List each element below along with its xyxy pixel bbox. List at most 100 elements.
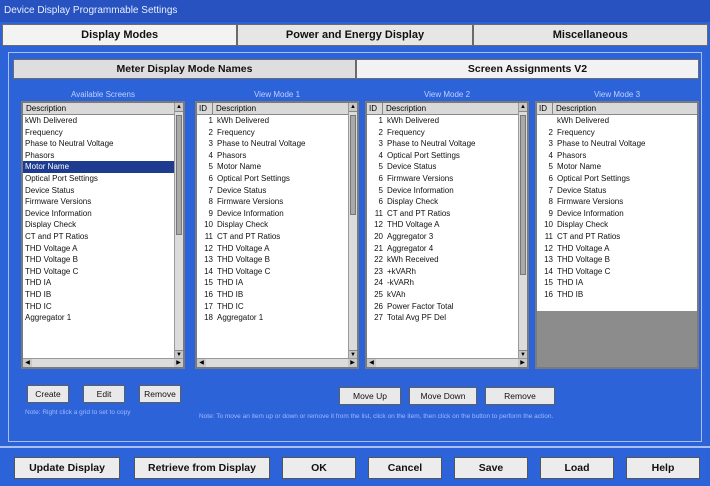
tab-power-energy-display[interactable]: Power and Energy Display bbox=[237, 24, 473, 46]
view-mode-3-list[interactable]: ID Description kWh Delivered 2 Frequency 3 Ph… bbox=[535, 101, 699, 369]
list-item[interactable]: 10 Display Check bbox=[537, 219, 697, 231]
list-item[interactable]: THD Voltage B bbox=[23, 254, 174, 266]
list-item[interactable]: THD IC bbox=[23, 301, 174, 313]
horizontal-scrollbar[interactable]: ◀ ▶ bbox=[23, 358, 183, 367]
list-item[interactable]: 6 Optical Port Settings bbox=[197, 173, 348, 185]
list-item[interactable]: 5 Motor Name bbox=[197, 161, 348, 173]
scroll-up-icon[interactable]: ▲ bbox=[349, 103, 357, 112]
list-item[interactable]: 4 Phasors bbox=[537, 150, 697, 162]
scroll-left-icon[interactable]: ◀ bbox=[367, 359, 376, 367]
list-item[interactable]: Firmware Versions bbox=[23, 196, 174, 208]
scroll-thumb[interactable] bbox=[176, 115, 182, 235]
horizontal-scrollbar[interactable]: ◀ ▶ bbox=[367, 358, 527, 367]
list-item[interactable]: 8 Firmware Versions bbox=[197, 196, 348, 208]
tab-display-modes[interactable]: Display Modes bbox=[2, 24, 238, 46]
list-item[interactable]: THD IB bbox=[23, 289, 174, 301]
list-item[interactable]: 11 CT and PT Ratios bbox=[537, 231, 697, 243]
list-item[interactable]: 3 Phase to Neutral Voltage bbox=[537, 138, 697, 150]
list-item[interactable]: 16 THD IB bbox=[537, 289, 697, 301]
list-item[interactable]: 12 THD Voltage A bbox=[367, 219, 518, 231]
list-item[interactable]: 23 +kVARh bbox=[367, 266, 518, 278]
ok-button[interactable]: OK bbox=[282, 457, 356, 479]
list-item[interactable]: 6 Firmware Versions bbox=[367, 173, 518, 185]
list-item[interactable]: Display Check bbox=[23, 219, 174, 231]
view-mode-2-list[interactable]: ID Description 1 kWh Delivered 2 Frequency 3 P… bbox=[365, 101, 529, 369]
list-item[interactable]: 25 kVAh bbox=[367, 289, 518, 301]
vertical-scrollbar[interactable]: ▲ ▼ bbox=[174, 103, 183, 359]
list-item[interactable]: kWh Delivered bbox=[537, 115, 697, 127]
scroll-left-icon[interactable]: ◀ bbox=[23, 359, 32, 367]
list-item[interactable]: 14 THD Voltage C bbox=[537, 266, 697, 278]
view-mode-1-list[interactable]: ID Description 1 kWh Delivered 2 Frequency 3 P… bbox=[195, 101, 359, 369]
list-item[interactable]: kWh Delivered bbox=[23, 115, 174, 127]
list-item[interactable]: 2 Frequency bbox=[197, 127, 348, 139]
vertical-scrollbar[interactable]: ▲ ▼ bbox=[348, 103, 357, 359]
list-item[interactable]: Optical Port Settings bbox=[23, 173, 174, 185]
list-item[interactable]: 22 kWh Received bbox=[367, 254, 518, 266]
list-item[interactable]: 12 THD Voltage A bbox=[537, 243, 697, 255]
remove-screen-button[interactable]: Remove bbox=[139, 385, 181, 403]
list-item[interactable]: 2 Frequency bbox=[367, 127, 518, 139]
list-item[interactable]: 4 Optical Port Settings bbox=[367, 150, 518, 162]
list-item[interactable]: 6 Display Check bbox=[367, 196, 518, 208]
list-item[interactable]: 27 Total Avg PF Del bbox=[367, 312, 518, 324]
list-item[interactable]: THD Voltage A bbox=[23, 243, 174, 255]
list-item[interactable]: Aggregator 1 bbox=[23, 312, 174, 324]
list-item[interactable]: CT and PT Ratios bbox=[23, 231, 174, 243]
scroll-right-icon[interactable]: ▶ bbox=[518, 359, 527, 367]
list-item[interactable]: 4 Phasors bbox=[197, 150, 348, 162]
list-item[interactable]: 16 THD IB bbox=[197, 289, 348, 301]
create-button[interactable]: Create bbox=[27, 385, 69, 403]
available-screens-list[interactable]: Description kWh Delivered Frequency Phase … bbox=[21, 101, 185, 369]
list-item[interactable]: 18 Aggregator 1 bbox=[197, 312, 348, 324]
list-item[interactable]: Frequency bbox=[23, 127, 174, 139]
list-item[interactable]: 8 Firmware Versions bbox=[537, 196, 697, 208]
list-item[interactable]: 5 Device Status bbox=[367, 161, 518, 173]
list-item[interactable]: 3 Phase to Neutral Voltage bbox=[197, 138, 348, 150]
list-item[interactable]: THD IA bbox=[23, 277, 174, 289]
list-item[interactable]: 7 Device Status bbox=[537, 185, 697, 197]
list-item[interactable]: 3 Phase to Neutral Voltage bbox=[367, 138, 518, 150]
list-item[interactable]: 20 Aggregator 3 bbox=[367, 231, 518, 243]
list-item[interactable]: 13 THD Voltage B bbox=[197, 254, 348, 266]
tab-screen-assignments[interactable]: Screen Assignments V2 bbox=[356, 59, 699, 79]
move-up-button[interactable]: Move Up bbox=[339, 387, 401, 405]
list-item[interactable]: 11 CT and PT Ratios bbox=[197, 231, 348, 243]
list-item[interactable]: 2 Frequency bbox=[537, 127, 697, 139]
list-item[interactable]: Motor Name bbox=[23, 161, 174, 173]
scroll-left-icon[interactable]: ◀ bbox=[197, 359, 206, 367]
list-item[interactable]: 7 Device Status bbox=[197, 185, 348, 197]
list-item[interactable]: 15 THD IA bbox=[197, 277, 348, 289]
tab-miscellaneous[interactable]: Miscellaneous bbox=[472, 24, 708, 46]
list-item[interactable]: 10 Display Check bbox=[197, 219, 348, 231]
list-item[interactable]: THD Voltage C bbox=[23, 266, 174, 278]
vertical-scrollbar[interactable]: ▲ ▼ bbox=[518, 103, 527, 359]
list-item[interactable]: 17 THD IC bbox=[197, 301, 348, 313]
list-item[interactable]: 5 Device Information bbox=[367, 185, 518, 197]
list-item[interactable]: Device Information bbox=[23, 208, 174, 220]
scroll-thumb[interactable] bbox=[520, 115, 526, 275]
cancel-button[interactable]: Cancel bbox=[368, 457, 442, 479]
scroll-up-icon[interactable]: ▲ bbox=[519, 103, 527, 112]
edit-button[interactable]: Edit bbox=[83, 385, 125, 403]
list-item[interactable]: 11 CT and PT Ratios bbox=[367, 208, 518, 220]
list-item[interactable]: 14 THD Voltage C bbox=[197, 266, 348, 278]
horizontal-scrollbar[interactable]: ◀ ▶ bbox=[197, 358, 357, 367]
list-item[interactable]: 13 THD Voltage B bbox=[537, 254, 697, 266]
list-item[interactable]: 9 Device Information bbox=[197, 208, 348, 220]
list-item[interactable]: 9 Device Information bbox=[537, 208, 697, 220]
scroll-right-icon[interactable]: ▶ bbox=[174, 359, 183, 367]
tab-meter-display-mode-names[interactable]: Meter Display Mode Names bbox=[13, 59, 356, 79]
list-item[interactable]: 5 Motor Name bbox=[537, 161, 697, 173]
scroll-right-icon[interactable]: ▶ bbox=[348, 359, 357, 367]
help-button[interactable]: Help bbox=[626, 457, 700, 479]
list-item[interactable]: Phase to Neutral Voltage bbox=[23, 138, 174, 150]
retrieve-from-display-button[interactable]: Retrieve from Display bbox=[134, 457, 270, 479]
scroll-thumb[interactable] bbox=[350, 115, 356, 215]
update-display-button[interactable]: Update Display bbox=[14, 457, 120, 479]
list-item[interactable]: 6 Optical Port Settings bbox=[537, 173, 697, 185]
list-item[interactable]: Device Status bbox=[23, 185, 174, 197]
list-item[interactable]: 1 kWh Delivered bbox=[367, 115, 518, 127]
list-item[interactable]: 15 THD IA bbox=[537, 277, 697, 289]
remove-from-mode-button[interactable]: Remove bbox=[485, 387, 555, 405]
